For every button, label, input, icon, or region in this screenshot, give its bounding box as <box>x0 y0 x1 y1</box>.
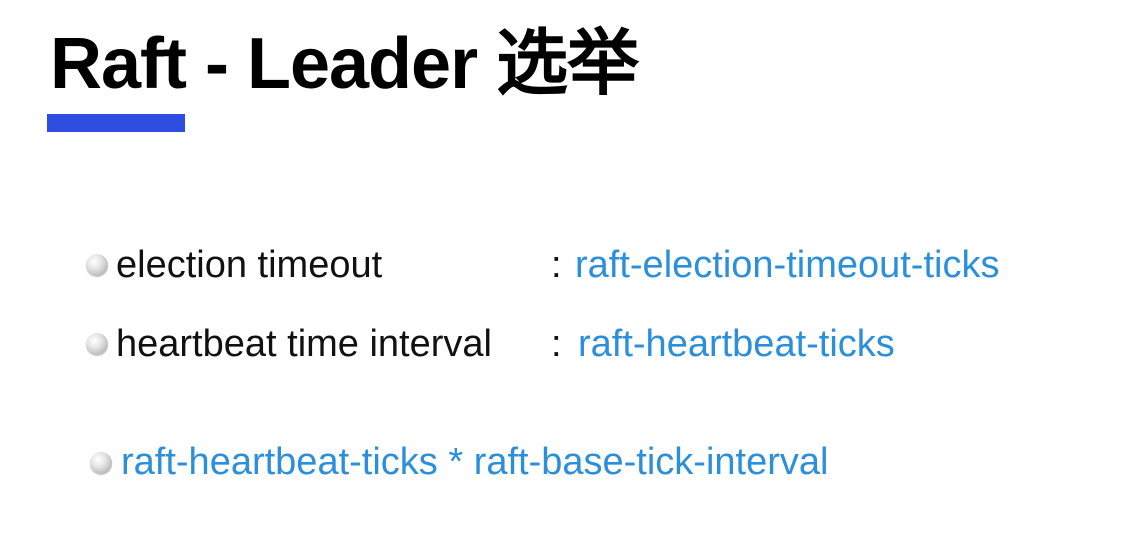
bullet-separator: : <box>551 244 562 286</box>
bullet-dot-icon <box>90 452 112 474</box>
slide-title: Raft - Leader 选举 <box>50 24 639 104</box>
title-accent-bar <box>47 114 185 132</box>
bullet-term: heartbeat time interval <box>116 323 492 365</box>
slide: Raft - Leader 选举 election timeout : raft… <box>0 0 1145 553</box>
bullet-heartbeat-interval: heartbeat time interval : raft-heartbeat… <box>0 321 1145 367</box>
formula-text: raft-heartbeat-ticks * raft-base-tick-in… <box>121 441 829 483</box>
bullet-term: election timeout <box>116 244 383 286</box>
bullet-election-timeout: election timeout : raft-election-timeout… <box>0 242 1145 288</box>
bullet-dot-icon <box>86 333 108 355</box>
bullet-separator: : <box>551 323 562 365</box>
bullet-dot-icon <box>86 254 108 276</box>
bullet-formula: raft-heartbeat-ticks * raft-base-tick-in… <box>0 439 1145 485</box>
bullet-param: raft-election-timeout-ticks <box>575 244 1000 286</box>
bullet-param: raft-heartbeat-ticks <box>578 323 895 365</box>
